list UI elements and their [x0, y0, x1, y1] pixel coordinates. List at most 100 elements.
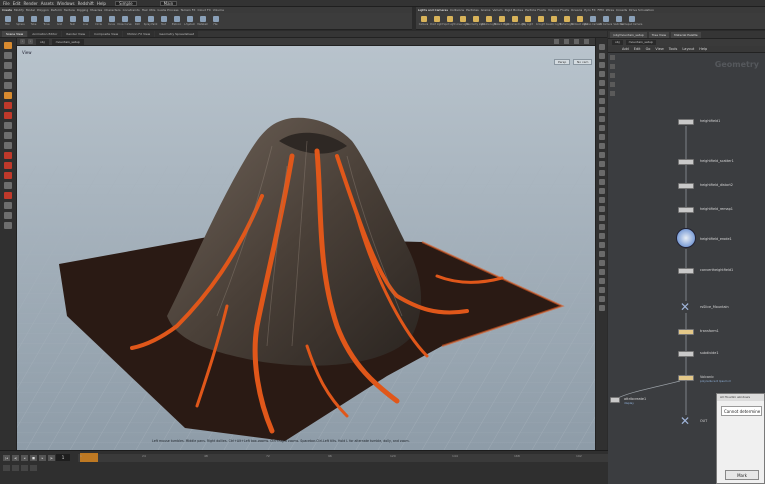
shelf-tool-platonic[interactable]: Platonic — [171, 16, 182, 26]
menu-assets[interactable]: Assets — [41, 1, 54, 6]
snapshot-icon[interactable] — [598, 170, 605, 176]
shelf-tool-l-system[interactable]: L-System — [184, 16, 195, 26]
shelf-tab-drive-simulation[interactable]: Drive Simulation — [629, 8, 654, 12]
scene-viewport[interactable]: View Persp No cam Left mouse tumbles. Mi… — [17, 46, 597, 450]
shelf-tool-volume-light[interactable]: Volume Light — [481, 16, 496, 26]
shelf-tool-spray-paint[interactable]: Spray Paint — [144, 16, 157, 26]
shelf-tool-geometry-light[interactable]: Geometry Light — [466, 16, 485, 26]
home-icon[interactable] — [598, 215, 605, 221]
ghost-icon[interactable] — [598, 71, 605, 77]
shelf-tab-create[interactable]: Create — [2, 8, 12, 12]
shelf-tool-text[interactable]: Text — [158, 16, 169, 26]
persp-menu[interactable]: Persp — [554, 59, 571, 65]
net-menu-add[interactable]: Add — [622, 47, 629, 51]
shelf-tool-path[interactable]: Path — [132, 16, 143, 26]
ao-icon[interactable] — [598, 134, 605, 140]
play-reverse-icon[interactable]: ◂ — [21, 454, 28, 461]
shelf-tool-circle[interactable]: Circle — [93, 16, 104, 26]
menu-windows[interactable]: Windows — [57, 1, 75, 6]
menu-redshift[interactable]: Redshift — [78, 1, 94, 6]
shelf-tool-tube[interactable]: Tube — [28, 16, 39, 26]
isolate-icon[interactable] — [598, 233, 605, 239]
step-back-icon[interactable]: ◂| — [12, 454, 19, 461]
vis-icon[interactable] — [598, 260, 605, 266]
smooth-icon[interactable] — [598, 62, 605, 68]
back-arrow-icon[interactable]: ‹ — [20, 39, 25, 44]
viewport-path-node[interactable]: mountain_setup — [51, 38, 84, 45]
pin-icon[interactable] — [554, 39, 559, 44]
shelf-tab-particle-fluids[interactable]: Particle Fluids — [525, 8, 546, 12]
shelf-tab-deform[interactable]: Deform — [51, 8, 62, 12]
info-icon[interactable] — [598, 278, 605, 284]
shelf-tool-curve[interactable]: Curve — [106, 16, 117, 26]
shelf-tool-box[interactable]: Box — [2, 16, 13, 26]
ortho-icon[interactable] — [598, 197, 605, 203]
shelf-tool-environment-light[interactable]: Environment Light — [504, 16, 526, 26]
shaded-icon[interactable] — [598, 53, 605, 59]
moon-icon[interactable] — [4, 222, 12, 229]
tab-tree-view[interactable]: Tree View — [648, 31, 670, 38]
shadows-icon[interactable] — [598, 125, 605, 131]
flipbook-icon[interactable] — [598, 179, 605, 185]
shelf-tab-modify[interactable]: Modify — [14, 8, 24, 12]
display-options-icon[interactable] — [4, 202, 12, 209]
net-menu-tools[interactable]: Tools — [669, 47, 678, 51]
lights-icon[interactable] — [598, 116, 605, 122]
viewport-path-obj[interactable]: obj — [36, 38, 49, 45]
frame-cursor[interactable] — [80, 453, 98, 462]
shelf-tool-metaball[interactable]: Metaball — [197, 16, 208, 26]
fog-icon[interactable] — [598, 143, 605, 149]
tab-material-palette[interactable]: Material Palette — [671, 31, 701, 38]
settings-icon[interactable] — [584, 39, 589, 44]
shelf-tab-guide-process[interactable]: Guide Process — [157, 8, 178, 12]
net-menu-edit[interactable]: Edit — [634, 47, 641, 51]
network-path-node[interactable]: mountain_setup — [625, 40, 656, 45]
shelf-tool-grid[interactable]: Grid — [54, 16, 65, 26]
render-region-icon[interactable] — [4, 192, 12, 199]
shelf-tab-fem[interactable]: FEM — [598, 8, 604, 12]
menu-help[interactable]: Help — [97, 1, 106, 6]
link-icon[interactable] — [564, 39, 569, 44]
shelf-tab-lights-and-cameras[interactable]: Lights and Cameras — [418, 8, 448, 12]
loop-toggle-icon[interactable] — [12, 465, 19, 471]
shelf-tool-gamepad-camera[interactable]: Gamepad Camera — [621, 16, 642, 26]
shelf-tab-vellum[interactable]: Vellum — [492, 8, 502, 12]
prim-snap-icon[interactable] — [4, 142, 12, 149]
shelf-tool-camera[interactable]: Camera — [418, 16, 429, 26]
grid-icon[interactable] — [598, 107, 605, 113]
shelf-tab-grains[interactable]: Grains — [481, 8, 491, 12]
tab-network[interactable]: /obj/mountain_setup — [610, 31, 647, 38]
menu-edit[interactable]: Edit — [13, 1, 21, 6]
tab-render-view[interactable]: Render View — [62, 31, 90, 37]
help-icon[interactable] — [598, 287, 605, 293]
shelf-tab-rigging[interactable]: Rigging — [77, 8, 88, 12]
select-tool-icon[interactable] — [4, 42, 12, 49]
menu-render[interactable]: Render — [23, 1, 37, 6]
shelf-tab-model[interactable]: Model — [26, 8, 35, 12]
shelf-tool-null[interactable]: Null — [67, 16, 78, 26]
play-icon[interactable]: ▸ — [39, 454, 46, 461]
rotate-tool-icon[interactable] — [4, 102, 12, 109]
net-menu-view[interactable]: View — [655, 47, 663, 51]
menu-file[interactable]: File — [3, 1, 10, 6]
shelf-tool-spot-light[interactable]: Spot Light — [443, 16, 456, 26]
view-tool-icon[interactable] — [4, 72, 12, 79]
net-menu-go[interactable]: Go — [646, 47, 651, 51]
shelf-tool-caustic-light[interactable]: Caustic Light — [546, 16, 561, 26]
shelf-tab-volume[interactable]: Volume — [213, 8, 224, 12]
tab-composite-view[interactable]: Composite View — [90, 31, 123, 37]
scale-tool-icon[interactable] — [4, 112, 12, 119]
network-path-obj[interactable]: obj — [612, 40, 623, 45]
shelf-tab-constraints[interactable]: Constraints — [123, 8, 140, 12]
net-menu-help[interactable]: Help — [699, 47, 707, 51]
multi-snap-icon[interactable] — [4, 162, 12, 169]
shelf-tool-stereo-camera[interactable]: Stereo Camera — [584, 16, 601, 26]
stereo-icon[interactable] — [598, 152, 605, 158]
shelf-tab-wires[interactable]: Wires — [606, 8, 614, 12]
step-forward-icon[interactable]: |▸ — [48, 454, 55, 461]
grid-snap-icon[interactable] — [4, 132, 12, 139]
points-icon[interactable] — [598, 80, 605, 86]
scene-icon[interactable] — [598, 269, 605, 275]
magnet-icon[interactable] — [4, 172, 12, 179]
shelf-tab-muscles[interactable]: Muscles — [90, 8, 102, 12]
